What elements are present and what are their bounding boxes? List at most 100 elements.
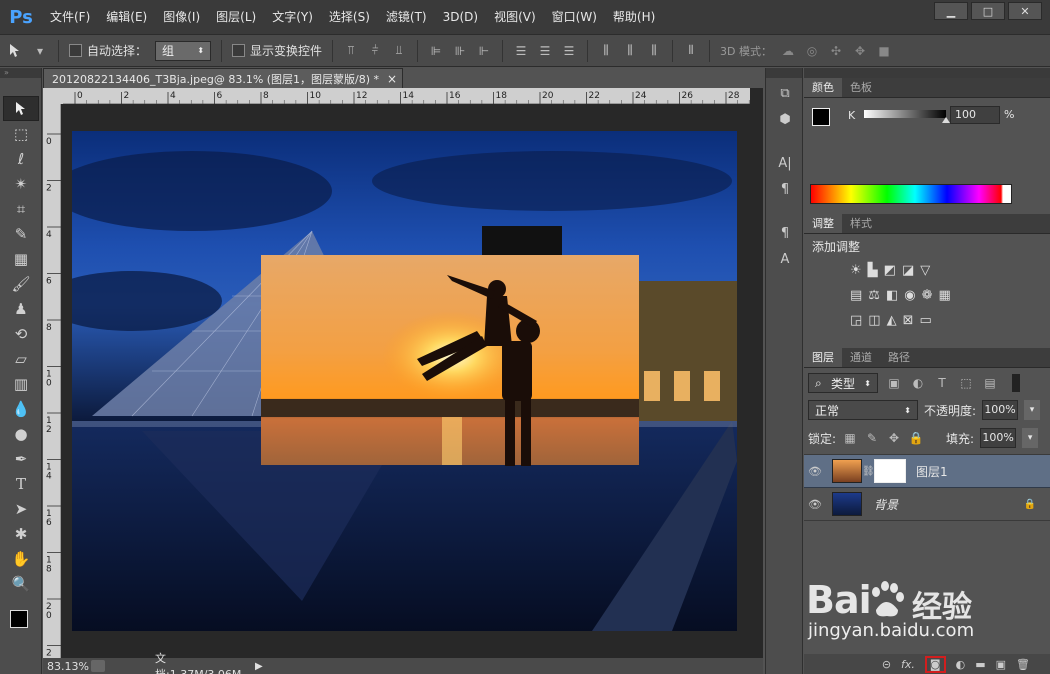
close-button[interactable]: ✕ <box>1008 2 1042 20</box>
align-top-icon[interactable]: ⫪ <box>343 43 359 59</box>
blend-mode-dropdown[interactable]: 正常 ⬍ <box>808 400 918 420</box>
filter-adjustment-icon[interactable]: ◐ <box>910 375 926 391</box>
3d-camera-icon[interactable]: ■ <box>876 43 892 59</box>
tab-channels[interactable]: 通道 <box>842 348 880 367</box>
layer-mask-thumbnail[interactable] <box>874 459 906 483</box>
marquee-tool-icon[interactable]: ⬚ <box>3 121 39 146</box>
menu-image[interactable]: 图像(I) <box>155 0 208 34</box>
layer-row-layer1[interactable]: 👁 ⛓ 图层1 <box>804 455 1050 488</box>
eyedropper-tool-icon[interactable]: ✎ <box>3 221 39 246</box>
vertical-ruler[interactable]: 0246810121416182022 <box>43 104 61 658</box>
auto-align-icon[interactable]: ⫴ <box>683 43 699 59</box>
align-hcenter-icon[interactable]: ⊪ <box>452 43 468 59</box>
distribute-bottom-icon[interactable]: ☰ <box>561 43 577 59</box>
hue-saturation-icon[interactable]: ▤ <box>850 288 862 303</box>
menu-window[interactable]: 窗口(W) <box>544 0 605 34</box>
levels-icon[interactable]: ▙ <box>868 263 878 278</box>
document-tab[interactable]: 20120822134406_T3Bja.jpeg@ 83.1% (图层1，图层… <box>43 68 403 88</box>
3d-slide-icon[interactable]: ✥ <box>852 43 868 59</box>
character-panel-icon[interactable]: A| <box>770 152 800 174</box>
tab-color[interactable]: 颜色 <box>804 78 842 97</box>
photo-filter-icon[interactable]: ◉ <box>904 288 915 303</box>
distribute-vcenter-icon[interactable]: ☰ <box>537 43 553 59</box>
checkbox-icon[interactable] <box>232 44 246 57</box>
zoom-tool-icon[interactable]: 🔍 <box>3 571 39 596</box>
checkbox-icon[interactable] <box>69 44 82 57</box>
gradient-map-icon[interactable]: ▭ <box>920 313 932 328</box>
new-layer-icon[interactable]: ▣ <box>996 658 1006 671</box>
lock-position-icon[interactable]: ✥ <box>886 430 902 446</box>
move-tool-preset-icon[interactable] <box>8 43 24 59</box>
tab-paths[interactable]: 路径 <box>880 348 918 367</box>
brightness-icon[interactable]: ☀ <box>850 263 862 278</box>
gradient-tool-icon[interactable]: ▥ <box>3 371 39 396</box>
status-arrow-icon[interactable]: ▶ <box>255 661 263 672</box>
trash-icon[interactable]: 🗑 <box>1016 658 1030 671</box>
brush-tool-icon[interactable]: 🖌 <box>3 271 39 296</box>
3d-rotate-icon[interactable]: ☁ <box>780 43 796 59</box>
visibility-eye-icon[interactable]: 👁 <box>804 498 826 511</box>
path-selection-tool-icon[interactable]: ➤ <box>3 496 39 521</box>
type-tool-icon[interactable]: T <box>3 471 39 496</box>
chevron-down-icon[interactable]: ▾ <box>32 43 48 59</box>
folder-icon[interactable]: ▬ <box>975 658 985 671</box>
selective-color-icon[interactable]: ⊠ <box>903 313 914 328</box>
align-vcenter-icon[interactable]: ⫩ <box>367 43 383 59</box>
foreground-color-swatch[interactable] <box>10 610 28 628</box>
blur-tool-icon[interactable]: 💧 <box>3 396 39 421</box>
color-balance-icon[interactable]: ⚖ <box>868 288 880 303</box>
posterize-icon[interactable]: ◫ <box>868 313 880 328</box>
lock-all-icon[interactable]: 🔒 <box>908 430 924 446</box>
fill-field[interactable]: 100% <box>980 428 1017 448</box>
adjustment-icon[interactable]: ◐ <box>956 658 966 671</box>
layer-name[interactable]: 图层1 <box>916 463 948 480</box>
healing-brush-tool-icon[interactable]: ▦ <box>3 246 39 271</box>
pen-tool-icon[interactable]: ✒ <box>3 446 39 471</box>
filter-toggle[interactable] <box>1012 374 1020 392</box>
add-mask-icon[interactable]: ◙ <box>924 655 946 673</box>
status-menu-icon[interactable] <box>91 660 105 672</box>
3d-panel-icon[interactable]: ⬢ <box>770 108 800 130</box>
layer-row-background[interactable]: 👁 背景 🔒 <box>804 488 1050 521</box>
layer-name[interactable]: 背景 <box>874 496 898 513</box>
filter-pixel-icon[interactable]: ▣ <box>886 375 902 391</box>
close-tab-icon[interactable]: × <box>387 72 397 86</box>
tab-adjustments[interactable]: 调整 <box>804 214 842 233</box>
tab-layers[interactable]: 图层 <box>804 348 842 367</box>
fx-icon[interactable]: fx. <box>901 658 915 671</box>
align-right-icon[interactable]: ⊩ <box>476 43 492 59</box>
distribute-top-icon[interactable]: ☰ <box>513 43 529 59</box>
menu-edit[interactable]: 编辑(E) <box>98 0 155 34</box>
menu-filter[interactable]: 滤镜(T) <box>378 0 435 34</box>
menu-help[interactable]: 帮助(H) <box>605 0 663 34</box>
3d-roll-icon[interactable]: ◎ <box>804 43 820 59</box>
k-value-field[interactable]: 100 <box>950 106 1000 124</box>
opacity-field[interactable]: 100% <box>982 400 1019 420</box>
image-canvas[interactable] <box>72 131 737 631</box>
filter-smart-icon[interactable]: ▤ <box>982 375 998 391</box>
lock-pixels-icon[interactable]: ✎ <box>864 430 880 446</box>
align-left-icon[interactable]: ⊫ <box>428 43 444 59</box>
menu-select[interactable]: 选择(S) <box>321 0 378 34</box>
menu-layer[interactable]: 图层(L) <box>208 0 264 34</box>
minimize-button[interactable]: ▁ <box>934 2 968 20</box>
ruler-origin[interactable] <box>43 88 63 104</box>
channel-mixer-icon[interactable]: ❁ <box>922 288 933 303</box>
toolbar-collapse-icon[interactable]: » <box>0 68 41 78</box>
auto-select-dropdown[interactable]: 组 ⬍ <box>155 40 212 61</box>
tab-styles[interactable]: 样式 <box>842 214 880 233</box>
menu-3d[interactable]: 3D(D) <box>435 0 486 34</box>
distribute-right-icon[interactable]: ⫼ <box>646 43 662 59</box>
color-spectrum-bar[interactable] <box>810 184 1012 204</box>
character-styles-icon[interactable]: A <box>770 248 800 270</box>
fill-dropdown-icon[interactable]: ▾ <box>1022 428 1039 448</box>
link-icon[interactable]: ⊝ <box>882 658 891 671</box>
chain-link-icon[interactable]: ⛓ <box>862 466 875 477</box>
filter-type-icon[interactable]: T <box>934 375 950 391</box>
paragraph-panel-icon[interactable]: ¶ <box>770 178 800 200</box>
menu-type[interactable]: 文字(Y) <box>264 0 321 34</box>
zoom-level[interactable]: 83.13% <box>43 660 91 673</box>
magic-wand-tool-icon[interactable]: ✴ <box>3 171 39 196</box>
auto-select-checkbox[interactable]: 自动选择： <box>69 42 147 59</box>
eraser-tool-icon[interactable]: ▱ <box>3 346 39 371</box>
